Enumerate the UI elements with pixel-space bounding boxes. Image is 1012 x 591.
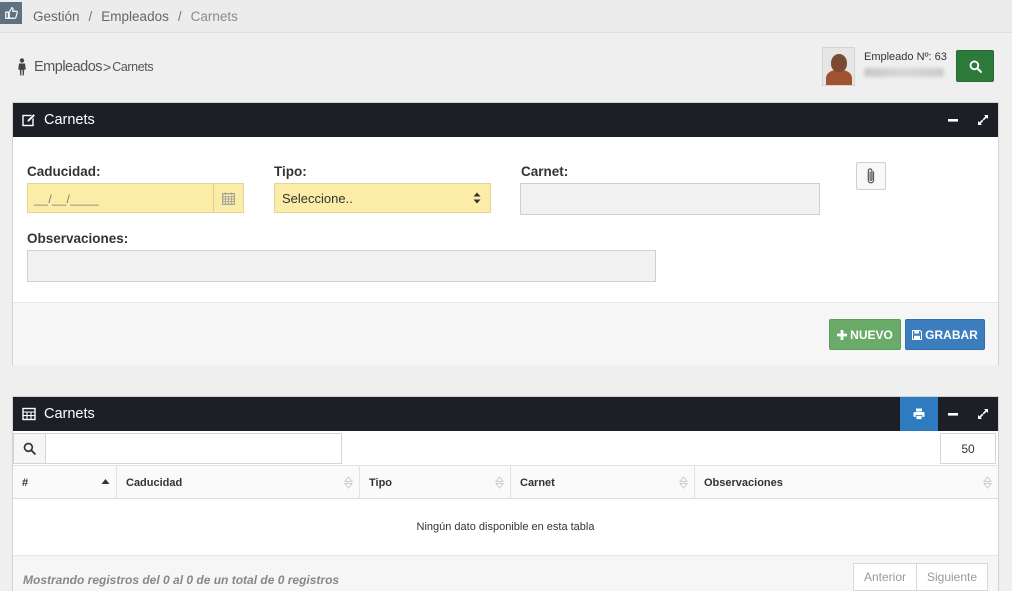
panel-title: Carnets (44, 406, 95, 422)
employee-name-blurred (864, 68, 944, 77)
panel-header: Carnets (13, 103, 998, 137)
column-label: Carnet (520, 476, 555, 489)
carnet-input[interactable] (520, 183, 820, 215)
sort-asc-icon (101, 479, 110, 484)
save-icon (912, 329, 923, 340)
edit-icon (22, 113, 36, 127)
breadcrumb-separator: / (88, 8, 93, 24)
calendar-button[interactable] (213, 184, 243, 212)
sort-both-icon (679, 476, 688, 489)
minus-icon (948, 119, 958, 122)
observaciones-input[interactable] (27, 250, 656, 282)
column-label: Tipo (369, 476, 393, 489)
carnet-label: Carnet: (521, 164, 569, 179)
breadcrumb-carnets: Carnets (190, 8, 238, 24)
page-length-select[interactable]: 50 (940, 433, 996, 464)
breadcrumb-gestion[interactable]: Gestión (33, 9, 80, 24)
grabar-button[interactable]: GRABAR (905, 319, 985, 350)
employee-number: Empleado Nº: 63 (864, 51, 947, 63)
print-icon (913, 408, 925, 420)
employee-avatar (822, 47, 855, 86)
column-label: Caducidad (126, 476, 183, 489)
sort-both-icon (983, 476, 992, 489)
page-section: Empleados (34, 59, 103, 75)
table-search-addon (13, 433, 46, 464)
search-icon (969, 60, 982, 73)
column-label: Observaciones (704, 476, 783, 489)
carnets-table-panel: Carnets 50 # Caducidad Tipo Carnet Obser… (12, 396, 999, 591)
page-arrow: > (103, 59, 112, 75)
breadcrumb-empleados[interactable]: Empleados (101, 9, 169, 24)
expand-button[interactable] (968, 103, 998, 137)
column-label: # (22, 476, 29, 489)
expand-icon (978, 115, 988, 125)
table-header-row: # Caducidad Tipo Carnet Observaciones (13, 466, 998, 499)
column-header-number[interactable]: # (13, 466, 117, 499)
table-icon (22, 407, 36, 421)
panel-header: Carnets (13, 397, 998, 431)
column-header-tipo[interactable]: Tipo (360, 466, 511, 499)
minus-icon (948, 413, 958, 416)
expand-button[interactable] (968, 397, 998, 431)
table-search-input[interactable] (45, 433, 342, 464)
observaciones-label: Observaciones: (27, 231, 129, 246)
nuevo-button[interactable]: NUEVO (829, 319, 901, 350)
employee-search-button[interactable] (956, 50, 994, 82)
expand-icon (978, 409, 988, 419)
next-page-button[interactable]: Siguiente (917, 563, 988, 591)
carnets-form-panel: Carnets Caducidad: __/__/____ Tipo: Sele… (12, 102, 999, 365)
employee-info: Empleado Nº: 63 (864, 51, 947, 77)
pagination: Anterior Siguiente (853, 563, 988, 591)
print-button[interactable] (900, 397, 938, 431)
caducidad-label: Caducidad: (27, 164, 101, 179)
form-footer: NUEVO GRABAR (13, 302, 998, 365)
tipo-select[interactable]: Seleccione.. (274, 183, 491, 213)
table-info: Mostrando registros del 0 al 0 de un tot… (23, 573, 340, 587)
tipo-label: Tipo: (274, 164, 307, 179)
plus-icon (837, 329, 848, 340)
grabar-label: GRABAR (925, 327, 978, 342)
previous-page-button[interactable]: Anterior (853, 563, 917, 591)
caducidad-placeholder: __/__/____ (34, 192, 100, 206)
column-header-observaciones[interactable]: Observaciones (695, 466, 998, 499)
top-breadcrumb-bar: Gestión / Empleados / Carnets (0, 0, 1012, 33)
hand-pointing-icon[interactable] (0, 2, 22, 24)
minimize-button[interactable] (938, 397, 968, 431)
person-icon (18, 58, 26, 76)
table-footer: Mostrando registros del 0 al 0 de un tot… (13, 556, 998, 591)
search-icon (23, 442, 36, 455)
minimize-button[interactable] (938, 103, 968, 137)
page-title: Empleados > Carnets (17, 57, 154, 77)
paperclip-icon (867, 168, 875, 184)
empty-table-message: Ningún dato disponible en esta tabla (13, 499, 998, 556)
sort-both-icon (344, 476, 353, 489)
tipo-selected-value: Seleccione.. (282, 191, 353, 206)
column-header-carnet[interactable]: Carnet (511, 466, 695, 499)
sort-arrows-icon (473, 192, 481, 204)
page-subsection: Carnets (112, 60, 154, 74)
caducidad-date-input[interactable]: __/__/____ (27, 183, 244, 213)
panel-title: Carnets (44, 112, 95, 128)
column-header-caducidad[interactable]: Caducidad (117, 466, 360, 499)
form-body: Caducidad: __/__/____ Tipo: Seleccione..… (13, 137, 998, 302)
sort-both-icon (495, 476, 504, 489)
breadcrumb-separator: / (177, 8, 182, 24)
calendar-icon (222, 192, 235, 205)
attach-button[interactable] (856, 162, 886, 190)
nuevo-label: NUEVO (850, 327, 893, 342)
table-controls: 50 (13, 431, 998, 466)
